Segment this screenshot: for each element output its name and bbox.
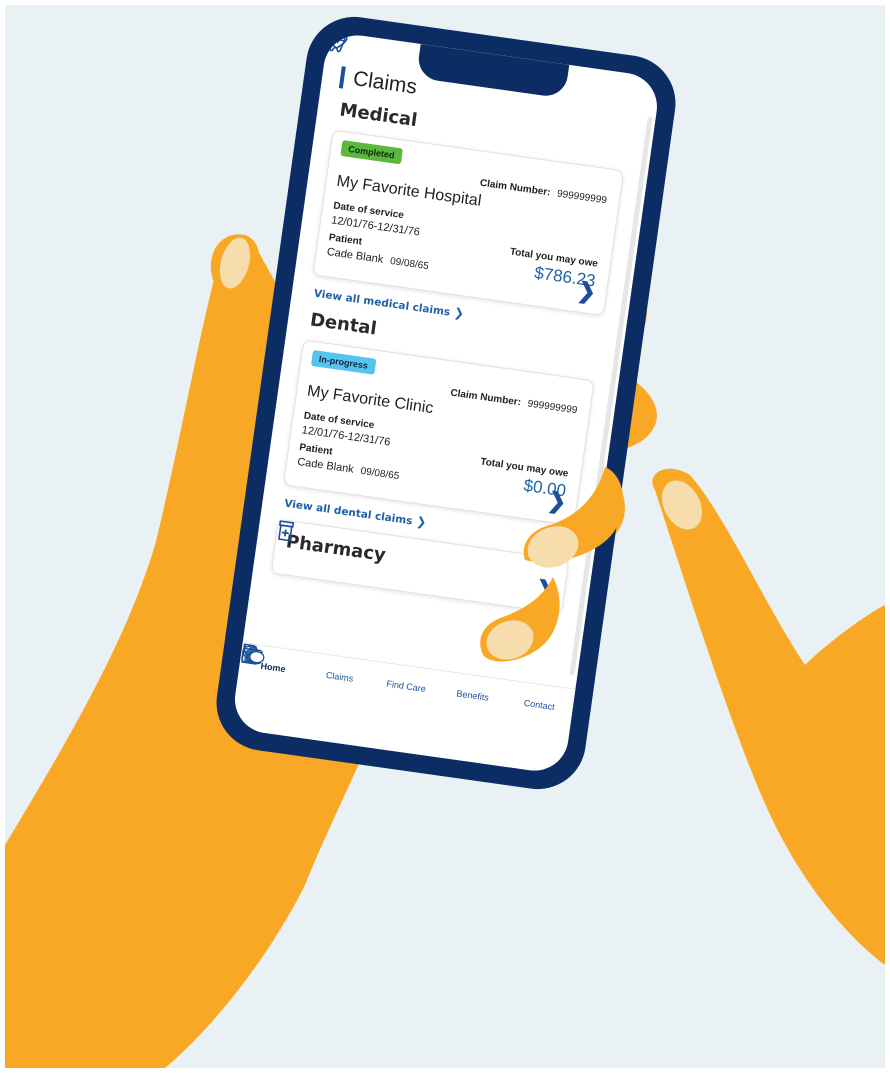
medical-section-title: Medical xyxy=(338,99,419,132)
chevron-right-icon: ❯ xyxy=(415,514,428,530)
dental-claim-card[interactable]: In-progress Claim Number: 999999999 My F… xyxy=(282,339,595,527)
dental-section-title: Dental xyxy=(308,309,378,340)
medical-claim-card[interactable]: Completed Claim Number: 999999999 My Fav… xyxy=(312,129,625,317)
chat-bubbles-icon xyxy=(242,645,265,664)
chevron-right-icon[interactable]: ❯ xyxy=(576,277,598,305)
chevron-right-icon: ❯ xyxy=(453,305,466,321)
title-accent-bar xyxy=(338,66,346,89)
chevron-right-icon[interactable]: ❯ xyxy=(546,487,568,515)
tooth-icon xyxy=(327,32,346,53)
nav-find-care-label: Find Care xyxy=(385,678,427,694)
nav-benefits[interactable]: Benefits xyxy=(241,645,504,704)
illustration-background: Claims Medical Completed Claim Number: 9… xyxy=(5,5,885,1068)
claims-content: Claims Medical Completed Claim Number: 9… xyxy=(241,31,651,698)
nav-claims[interactable]: $ Claims xyxy=(241,643,371,686)
claim-left-details: Date of service 12/01/76-12/31/76 Patien… xyxy=(325,200,436,278)
page-title-text: Claims xyxy=(351,67,419,99)
phone-screen: Claims Medical Completed Claim Number: 9… xyxy=(230,31,662,775)
pill-bottle-icon xyxy=(278,520,295,542)
patient-dob: 09/08/65 xyxy=(359,465,400,483)
claim-left-details: Date of service 12/01/76-12/31/76 Patien… xyxy=(296,410,407,488)
nav-find-care[interactable]: Find Care xyxy=(243,644,438,695)
nav-contact-label: Contact xyxy=(523,697,556,713)
nav-claims-label: Claims xyxy=(325,669,354,684)
nav-contact[interactable]: Contact xyxy=(242,645,571,714)
nav-benefits-label: Benefits xyxy=(455,688,490,703)
patient-dob: 09/08/65 xyxy=(389,255,430,273)
pharmacy-section-title: Pharmacy xyxy=(284,531,387,566)
chevron-right-icon[interactable]: ❯ xyxy=(534,575,556,603)
